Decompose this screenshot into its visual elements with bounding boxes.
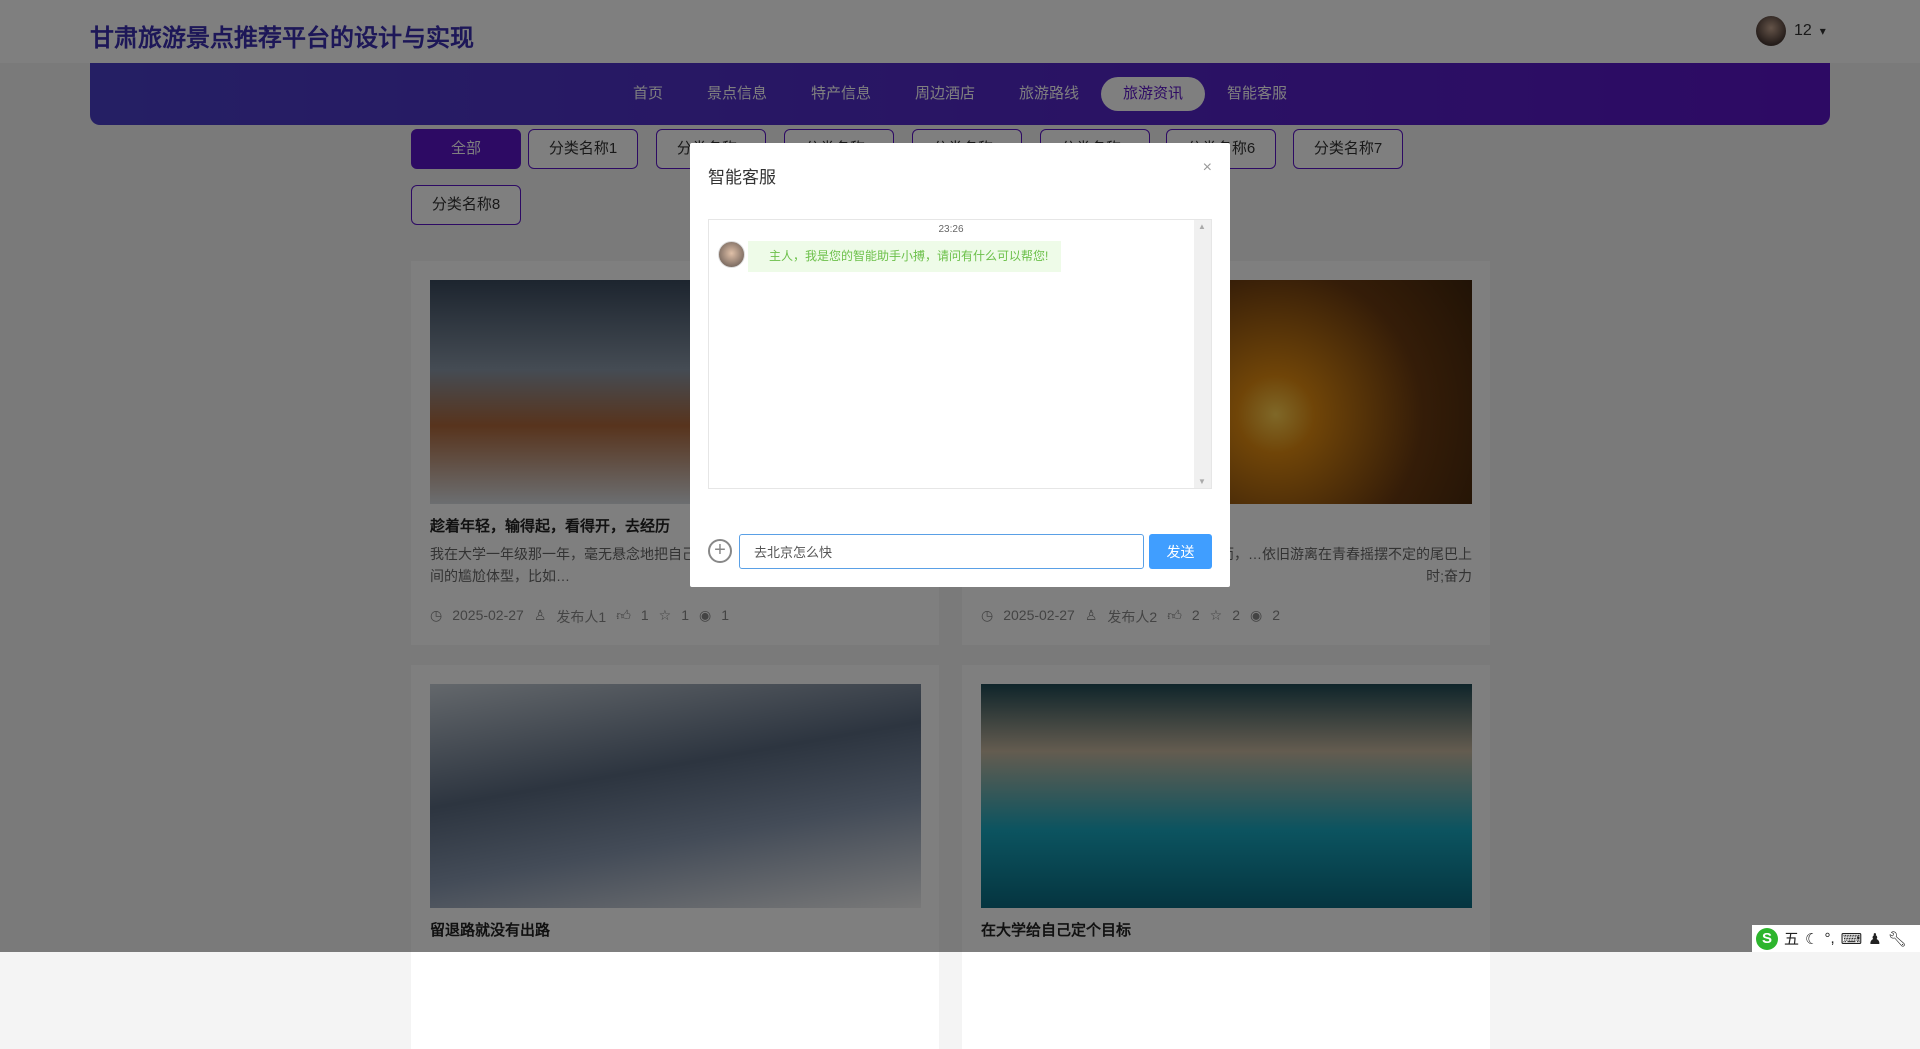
sogou-logo-icon: S — [1756, 927, 1778, 950]
message-input[interactable] — [739, 534, 1144, 569]
keyboard-icon[interactable]: ⌨ — [1841, 930, 1863, 948]
ime-mode[interactable]: 五 — [1784, 928, 1799, 949]
dialog-title: 智能客服 — [708, 168, 776, 187]
close-icon[interactable]: × — [1203, 159, 1212, 177]
scroll-down-icon[interactable]: ▼ — [1198, 477, 1206, 486]
message-time: 23:26 — [938, 224, 964, 235]
bot-message: 主人，我是您的智能助手小搏，请问有什么可以帮您! — [748, 241, 1061, 272]
scroll-up-icon[interactable]: ▲ — [1198, 222, 1206, 231]
user-icon[interactable]: ♟ — [1868, 930, 1881, 948]
add-attachment-icon[interactable]: + — [708, 539, 732, 563]
send-button[interactable]: 发送 — [1149, 534, 1212, 569]
ime-toolbar[interactable]: S 五 ☾ °, ⌨ ♟ 🔧︎ — [1752, 925, 1920, 952]
chat-dialog: 智能客服 × 23:26 主人，我是您的智能助手小搏，请问有什么可以帮您! ▲ … — [690, 143, 1230, 587]
chat-messages: 23:26 主人，我是您的智能助手小搏，请问有什么可以帮您! ▲ ▼ — [708, 219, 1212, 489]
wrench-icon[interactable]: 🔧︎ — [1888, 930, 1907, 948]
moon-icon[interactable]: ☾ — [1805, 930, 1818, 948]
bot-avatar — [718, 241, 745, 268]
scrollbar[interactable]: ▲ ▼ — [1194, 220, 1211, 488]
punctuation-icon[interactable]: °, — [1824, 930, 1834, 947]
